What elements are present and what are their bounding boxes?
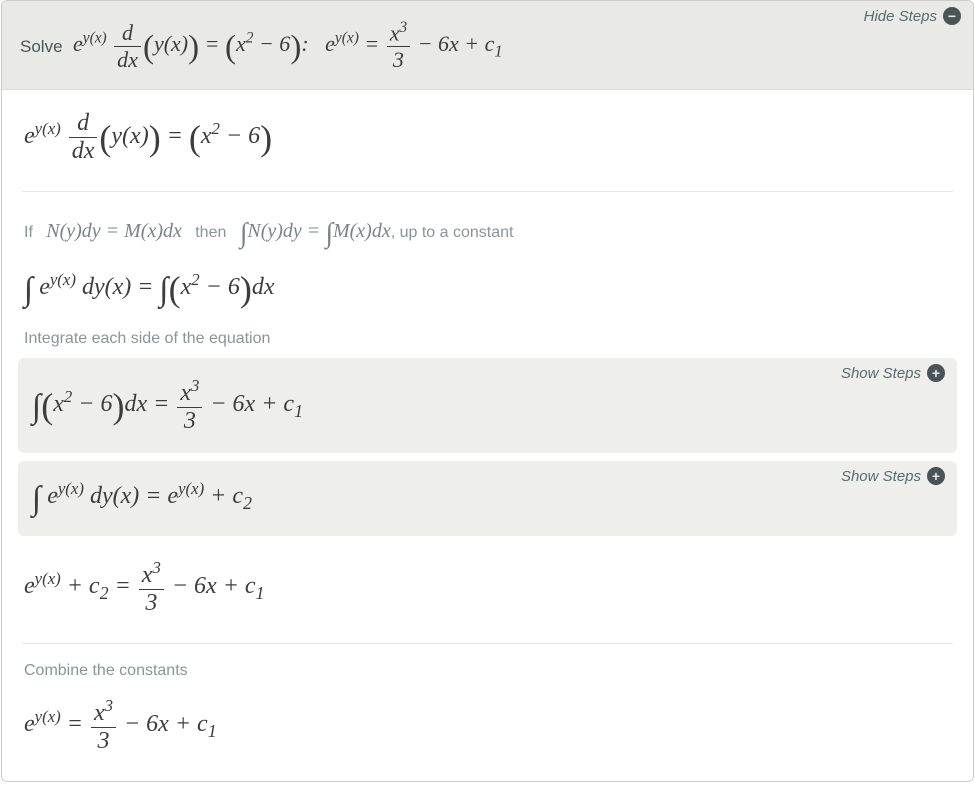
rule-right: ∫N(y)dy = ∫M(x)dx bbox=[240, 224, 391, 241]
hide-steps-label: Hide Steps bbox=[864, 8, 937, 25]
show-steps-label: Show Steps bbox=[841, 468, 921, 485]
problem-header: Hide Steps − Solve ey(x) ddx(y(x)) = (x2… bbox=[2, 1, 973, 90]
problem-equation: ey(x) ddx(y(x)) = (x2 − 6): ey(x) = x33 … bbox=[73, 38, 503, 55]
restated-equation: ey(x) ddx(y(x)) = (x2 − 6) bbox=[14, 96, 961, 179]
show-steps-button-1[interactable]: Show Steps + bbox=[841, 364, 945, 382]
solution-body: ey(x) ddx(y(x)) = (x2 − 6) If N(y)dy = M… bbox=[2, 90, 973, 781]
show-steps-button-2[interactable]: Show Steps + bbox=[841, 467, 945, 485]
plus-icon: + bbox=[927, 467, 945, 485]
substep-2-equation: ∫ ey(x) dy(x) = ey(x) + c2 bbox=[32, 479, 943, 518]
integral-setup: ∫ ey(x) dy(x) = ∫(x2 − 6)dx bbox=[14, 254, 961, 324]
divider bbox=[22, 643, 953, 644]
solve-label: Solve bbox=[20, 37, 63, 56]
rule-suffix: , up to a constant bbox=[391, 224, 514, 241]
final-equation: ey(x) = x33 − 6x + c1 bbox=[14, 682, 961, 769]
substep-2: Show Steps + ∫ ey(x) dy(x) = ey(x) + c2 bbox=[18, 461, 957, 536]
rule-if: If bbox=[24, 224, 33, 241]
rule-then: then bbox=[195, 224, 226, 241]
separation-rule: If N(y)dy = M(x)dx then ∫N(y)dy = ∫M(x)d… bbox=[14, 204, 961, 254]
show-steps-label: Show Steps bbox=[841, 365, 921, 382]
combined-equation: ey(x) + c2 = x33 − 6x + c1 bbox=[14, 544, 961, 631]
substep-1-equation: ∫(x2 − 6)dx = x33 − 6x + c1 bbox=[32, 376, 943, 435]
solution-panel: Hide Steps − Solve ey(x) ddx(y(x)) = (x2… bbox=[1, 0, 974, 782]
rule-left: N(y)dy = M(x)dx bbox=[46, 224, 182, 241]
divider bbox=[22, 191, 953, 192]
plus-icon: + bbox=[927, 364, 945, 382]
hide-steps-button[interactable]: Hide Steps − bbox=[864, 7, 961, 25]
substep-1: Show Steps + ∫(x2 − 6)dx = x33 − 6x + c1 bbox=[18, 358, 957, 453]
combine-constants-label: Combine the constants bbox=[14, 656, 961, 682]
integrate-label: Integrate each side of the equation bbox=[14, 324, 961, 350]
minus-icon: − bbox=[943, 7, 961, 25]
